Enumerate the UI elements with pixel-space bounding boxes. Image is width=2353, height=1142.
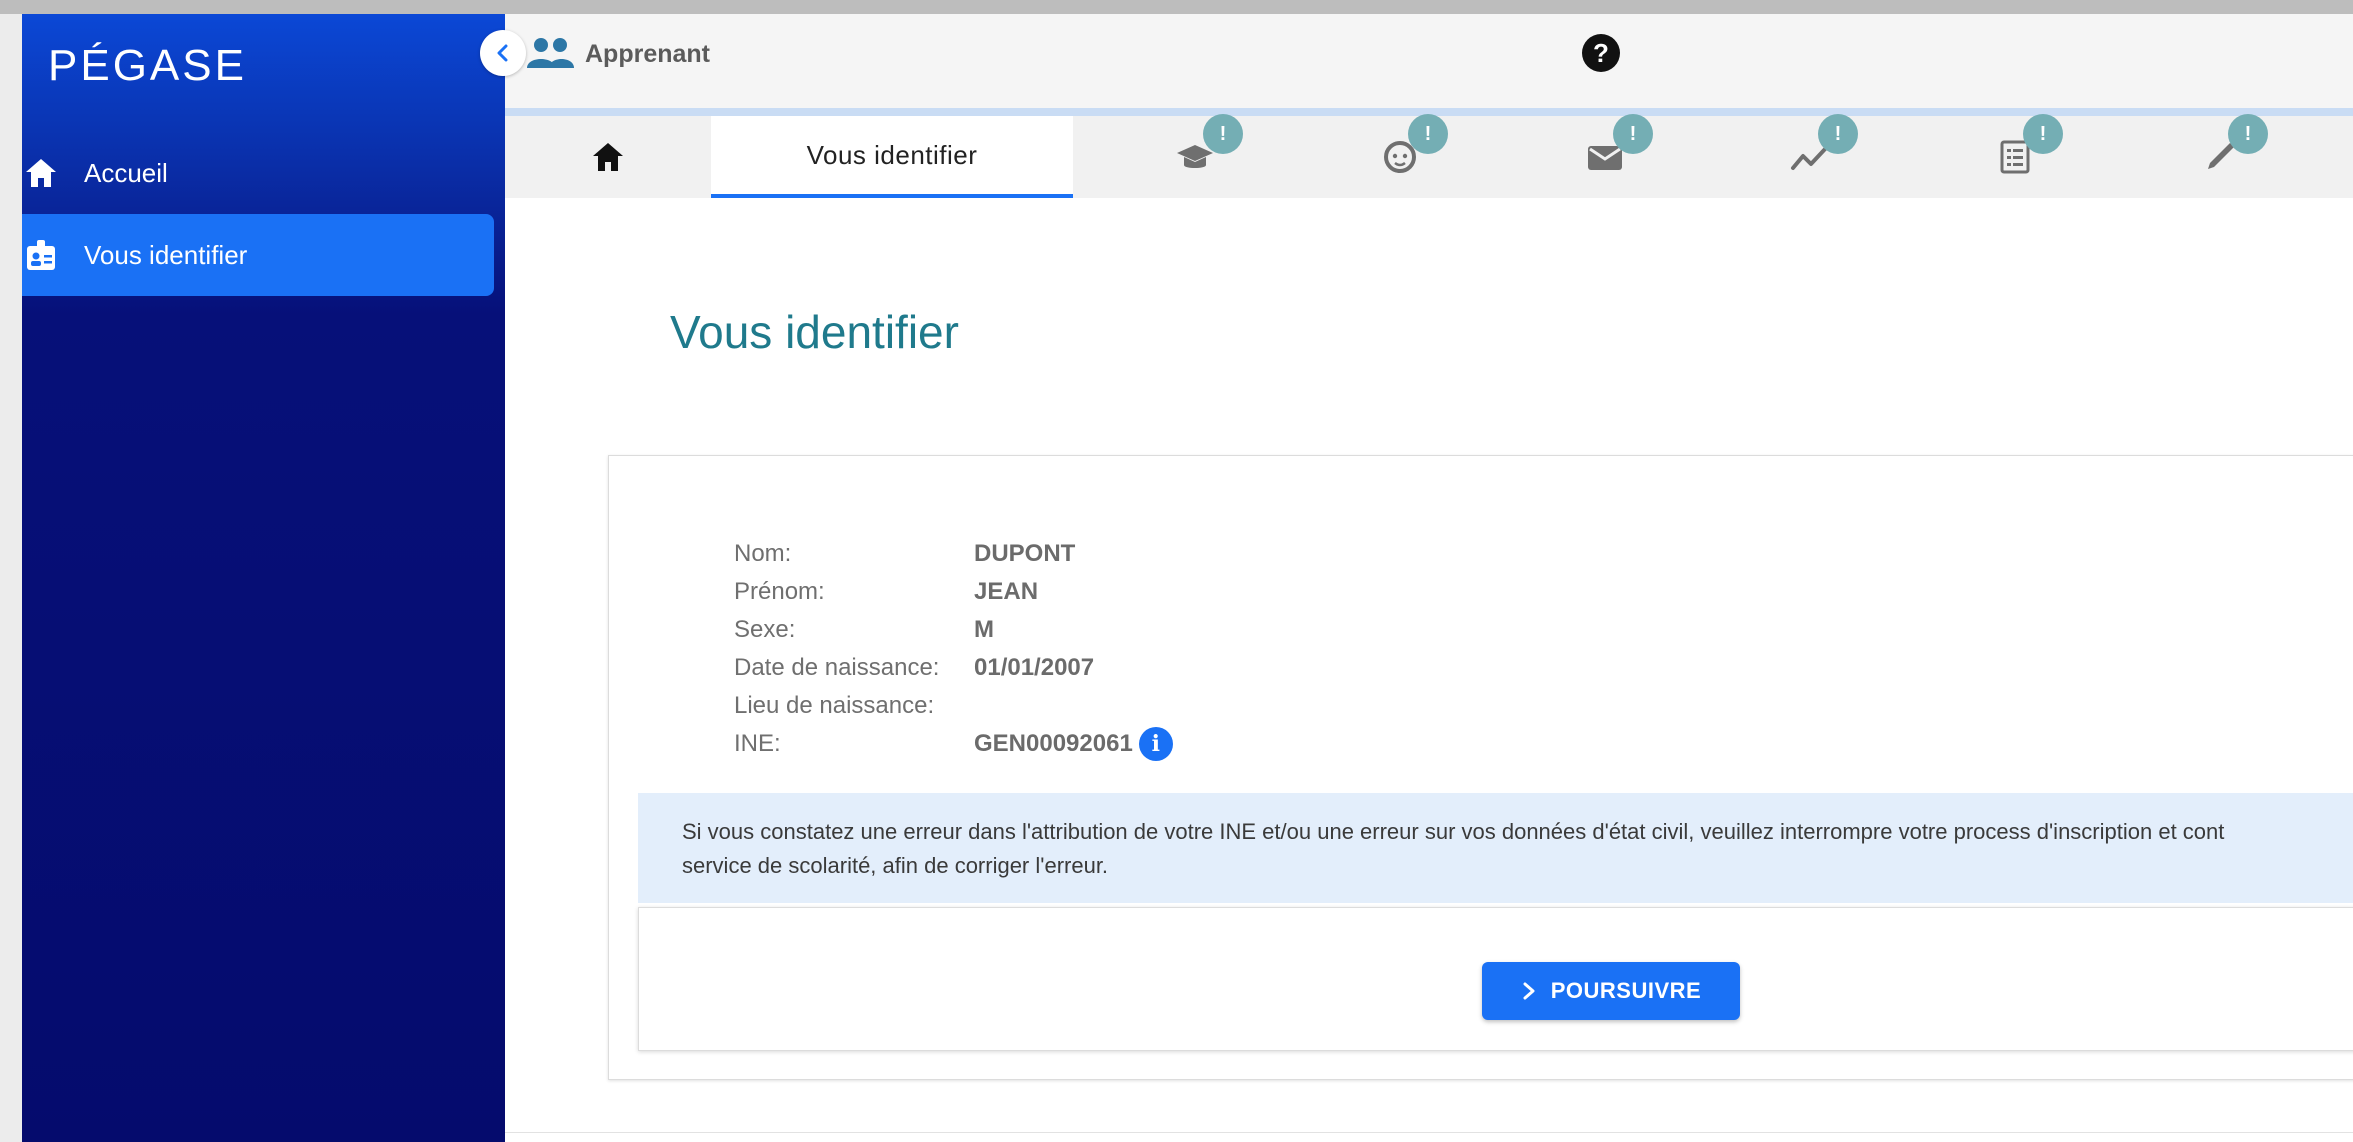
- field-label: Lieu de naissance:: [734, 692, 935, 719]
- warning-badge: !: [1203, 114, 1243, 154]
- warning-badge: !: [2228, 114, 2268, 154]
- user-role[interactable]: Apprenant: [525, 36, 710, 72]
- top-header: Apprenant ?: [505, 14, 2353, 108]
- step-tabs: Vous identifier ! ! ! ! ! !: [505, 114, 2353, 198]
- field-label: Date de naissance:: [734, 654, 940, 681]
- page-title: Vous identifier: [670, 306, 959, 358]
- tab-vous-identifier[interactable]: Vous identifier: [711, 116, 1073, 198]
- poursuivre-label: POURSUIVRE: [1550, 978, 1702, 1003]
- identity-row-sexe: Sexe: M: [734, 611, 1173, 649]
- field-value-prenom: JEAN: [974, 578, 1039, 605]
- sidebar-item-label: Vous identifier: [84, 239, 248, 270]
- chevron-right-icon: [1523, 982, 1535, 1000]
- users-icon: [527, 38, 574, 68]
- tab-documents[interactable]: !: [1965, 114, 2065, 198]
- field-value-nom: DUPONT: [974, 540, 1076, 567]
- field-value-ine: GEN00092061 i: [974, 727, 1173, 761]
- tab-label: Vous identifier: [806, 139, 978, 170]
- tab-home[interactable]: [505, 116, 711, 198]
- warning-badge: !: [1408, 114, 1448, 154]
- question-icon[interactable]: ?: [1582, 34, 1620, 72]
- tab-contact[interactable]: !: [1555, 114, 1655, 198]
- field-value-date-naissance: 01/01/2007: [974, 654, 1095, 681]
- field-value-sexe: M: [974, 616, 994, 643]
- identity-row-date-naissance: Date de naissance: 01/01/2007: [734, 649, 1173, 687]
- alert-text-line: service de scolarité, afin de corriger l…: [682, 853, 1109, 878]
- identity-row-nom: Nom: DUPONT: [734, 535, 1173, 573]
- pegase-logo: PÉGASE: [48, 26, 247, 106]
- tab-etat-civil[interactable]: !: [1350, 114, 1450, 198]
- tab-etudes[interactable]: !: [1145, 114, 1245, 198]
- info-alert: Si vous constatez une erreur dans l'attr…: [638, 793, 2353, 903]
- divider: [505, 1132, 2353, 1133]
- warning-badge: !: [2023, 114, 2063, 154]
- identity-row-prenom: Prénom: JEAN: [734, 573, 1173, 611]
- collapse-sidebar-button[interactable]: [480, 30, 526, 76]
- user-role-label: Apprenant: [585, 39, 710, 68]
- window-left-border: [0, 14, 22, 1142]
- window-top-border: [0, 0, 2353, 14]
- chevron-left-icon: [497, 44, 508, 62]
- home-icon: [22, 154, 60, 192]
- brand-name: PÉGASE: [48, 41, 247, 90]
- tab-signature[interactable]: !: [2170, 114, 2270, 198]
- ine-value: GEN00092061: [974, 730, 1133, 757]
- alert-text-line: Si vous constatez une erreur dans l'attr…: [682, 819, 2225, 844]
- home-icon: [593, 143, 623, 171]
- tab-parcours[interactable]: !: [1760, 114, 1860, 198]
- info-icon[interactable]: i: [1138, 727, 1173, 761]
- id-badge-icon: [22, 236, 60, 274]
- field-label: Sexe:: [734, 616, 796, 643]
- poursuivre-button[interactable]: POURSUIVRE: [1482, 962, 1740, 1020]
- warning-badge: !: [1818, 114, 1858, 154]
- sidebar-item-vous-identifier[interactable]: Vous identifier: [22, 214, 494, 296]
- warning-badge: !: [1613, 114, 1653, 154]
- field-label: Prénom:: [734, 578, 825, 605]
- field-label: Nom:: [734, 540, 792, 567]
- identity-row-lieu-naissance: Lieu de naissance:: [734, 687, 1173, 725]
- sidebar: PÉGASE Accueil Vous identifier: [22, 14, 505, 1142]
- sidebar-item-accueil[interactable]: Accueil: [22, 132, 494, 214]
- sidebar-item-label: Accueil: [84, 157, 168, 188]
- identity-details: Nom: DUPONT Prénom: JEAN Sexe: M Date de…: [734, 535, 1173, 763]
- field-label: INE:: [734, 730, 781, 757]
- identity-row-ine: INE: GEN00092061 i: [734, 725, 1173, 763]
